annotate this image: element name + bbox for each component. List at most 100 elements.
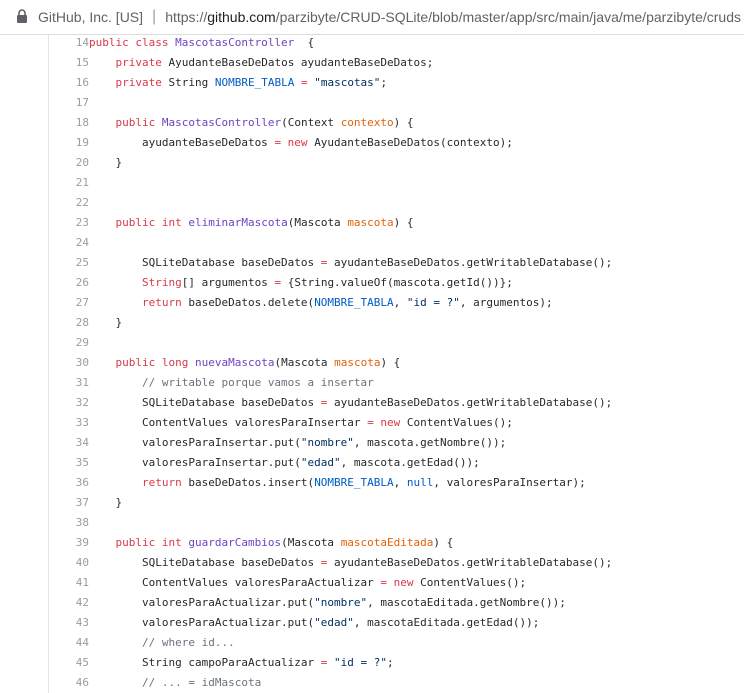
code-token: ; xyxy=(380,76,388,89)
code-lines: 14 public class MascotasController {15 pr… xyxy=(49,35,612,693)
line-number[interactable]: 14 xyxy=(49,35,89,53)
code-token: NOMBRE_TABLA xyxy=(314,476,394,489)
line-number[interactable]: 33 xyxy=(49,413,89,433)
lock-icon[interactable] xyxy=(16,9,30,25)
line-number[interactable]: 16 xyxy=(49,73,89,93)
line-number[interactable]: 27 xyxy=(49,293,89,313)
code-token: return xyxy=(141,296,189,309)
code-view: 14 public class MascotasController {15 pr… xyxy=(0,35,744,693)
code-token: ContentValues(); xyxy=(406,416,513,429)
line-number[interactable]: 32 xyxy=(49,393,89,413)
code-token: valoresParaInsertar.put( xyxy=(89,456,301,469)
line-number[interactable]: 23 xyxy=(49,213,89,233)
code-line: 43 valoresParaActualizar.put("edad", mas… xyxy=(49,613,612,633)
line-number[interactable]: 34 xyxy=(49,433,89,453)
line-number[interactable]: 35 xyxy=(49,453,89,473)
url-prefix: https:// xyxy=(165,9,208,25)
code-token: { xyxy=(294,36,315,49)
line-number[interactable]: 30 xyxy=(49,353,89,373)
code-line: 23 public int eliminarMascota(Mascota ma… xyxy=(49,213,612,233)
code-token: = new xyxy=(380,576,421,589)
code-token: , mascota.getNombre()); xyxy=(353,436,507,449)
line-number[interactable]: 25 xyxy=(49,253,89,273)
code-token: valoresParaInsertar.put( xyxy=(89,436,301,449)
line-code: public int guardarCambios(Mascota mascot… xyxy=(89,533,612,553)
line-number[interactable]: 45 xyxy=(49,653,89,673)
line-code: ayudanteBaseDeDatos = new AyudanteBaseDe… xyxy=(89,133,612,153)
line-number[interactable]: 42 xyxy=(49,593,89,613)
code-token: , argumentos); xyxy=(459,296,553,309)
code-token: [] argumentos xyxy=(181,276,275,289)
code-token: = xyxy=(320,556,335,569)
line-number[interactable]: 15 xyxy=(49,53,89,73)
line-number[interactable]: 46 xyxy=(49,673,89,693)
line-code: valoresParaActualizar.put("edad", mascot… xyxy=(89,613,612,633)
line-number[interactable]: 31 xyxy=(49,373,89,393)
code-line: 14 public class MascotasController { xyxy=(49,35,612,53)
code-token: ) { xyxy=(393,116,414,129)
line-number[interactable]: 37 xyxy=(49,493,89,513)
line-code: } xyxy=(89,313,612,333)
line-number[interactable]: 38 xyxy=(49,513,89,533)
code-token: ) { xyxy=(433,536,454,549)
line-number[interactable]: 18 xyxy=(49,113,89,133)
line-number[interactable]: 39 xyxy=(49,533,89,553)
code-token: , mascotaEditada.getNombre()); xyxy=(367,596,566,609)
line-code: // where id... xyxy=(89,633,612,653)
code-token: SQLiteDatabase baseDeDatos xyxy=(89,396,321,409)
line-number[interactable]: 24 xyxy=(49,233,89,253)
code-line: 46 // ... = idMascota xyxy=(49,673,612,693)
code-token: baseDeDatos.delete( xyxy=(188,296,315,309)
line-number[interactable]: 44 xyxy=(49,633,89,653)
line-number[interactable]: 19 xyxy=(49,133,89,153)
line-code xyxy=(89,193,612,213)
line-number[interactable]: 26 xyxy=(49,273,89,293)
code-line: 27 return baseDeDatos.delete(NOMBRE_TABL… xyxy=(49,293,612,313)
code-token: String campoParaActualizar xyxy=(89,656,321,669)
code-token: mascotaEditada xyxy=(340,536,434,549)
code-token: "nombre" xyxy=(314,596,368,609)
code-token: ContentValues(); xyxy=(420,576,527,589)
line-code: public class MascotasController { xyxy=(89,35,612,53)
code-token: contexto xyxy=(340,116,394,129)
line-code: public MascotasController(Context contex… xyxy=(89,113,612,133)
line-number[interactable]: 36 xyxy=(49,473,89,493)
url-host: github.com xyxy=(207,9,276,25)
line-code xyxy=(89,173,612,193)
line-code: SQLiteDatabase baseDeDatos = ayudanteBas… xyxy=(89,553,612,573)
line-code xyxy=(89,93,612,113)
address-bar[interactable]: GitHub, Inc. [US] | https://github.com/p… xyxy=(0,0,744,35)
code-token: "edad" xyxy=(300,456,341,469)
url-text[interactable]: https://github.com/parzibyte/CRUD-SQLite… xyxy=(165,9,741,25)
line-number[interactable]: 40 xyxy=(49,553,89,573)
line-number[interactable]: 41 xyxy=(49,573,89,593)
code-token: , xyxy=(393,296,407,309)
code-token: ) { xyxy=(393,216,414,229)
line-number[interactable]: 28 xyxy=(49,313,89,333)
line-number[interactable]: 20 xyxy=(49,153,89,173)
code-token: private xyxy=(115,76,169,89)
line-number[interactable]: 17 xyxy=(49,93,89,113)
code-token: MascotasController xyxy=(175,36,295,49)
line-number[interactable]: 21 xyxy=(49,173,89,193)
code-line: 37 } xyxy=(49,493,612,513)
code-token: public long xyxy=(115,356,195,369)
code-token: AyudanteBaseDeDatos ayudanteBaseDeDatos; xyxy=(168,56,434,69)
code-token: ayudanteBaseDeDatos.getWritableDatabase(… xyxy=(334,556,613,569)
line-code: SQLiteDatabase baseDeDatos = ayudanteBas… xyxy=(89,393,612,413)
code-token: (Mascota xyxy=(274,356,335,369)
code-token: valoresParaActualizar.put( xyxy=(89,596,315,609)
line-number[interactable]: 43 xyxy=(49,613,89,633)
line-code: valoresParaInsertar.put("edad", mascota.… xyxy=(89,453,612,473)
code-line: 24 xyxy=(49,233,612,253)
line-number[interactable]: 29 xyxy=(49,333,89,353)
line-number[interactable]: 22 xyxy=(49,193,89,213)
site-identity[interactable]: GitHub, Inc. [US] xyxy=(38,9,143,25)
code-token: = xyxy=(274,276,288,289)
